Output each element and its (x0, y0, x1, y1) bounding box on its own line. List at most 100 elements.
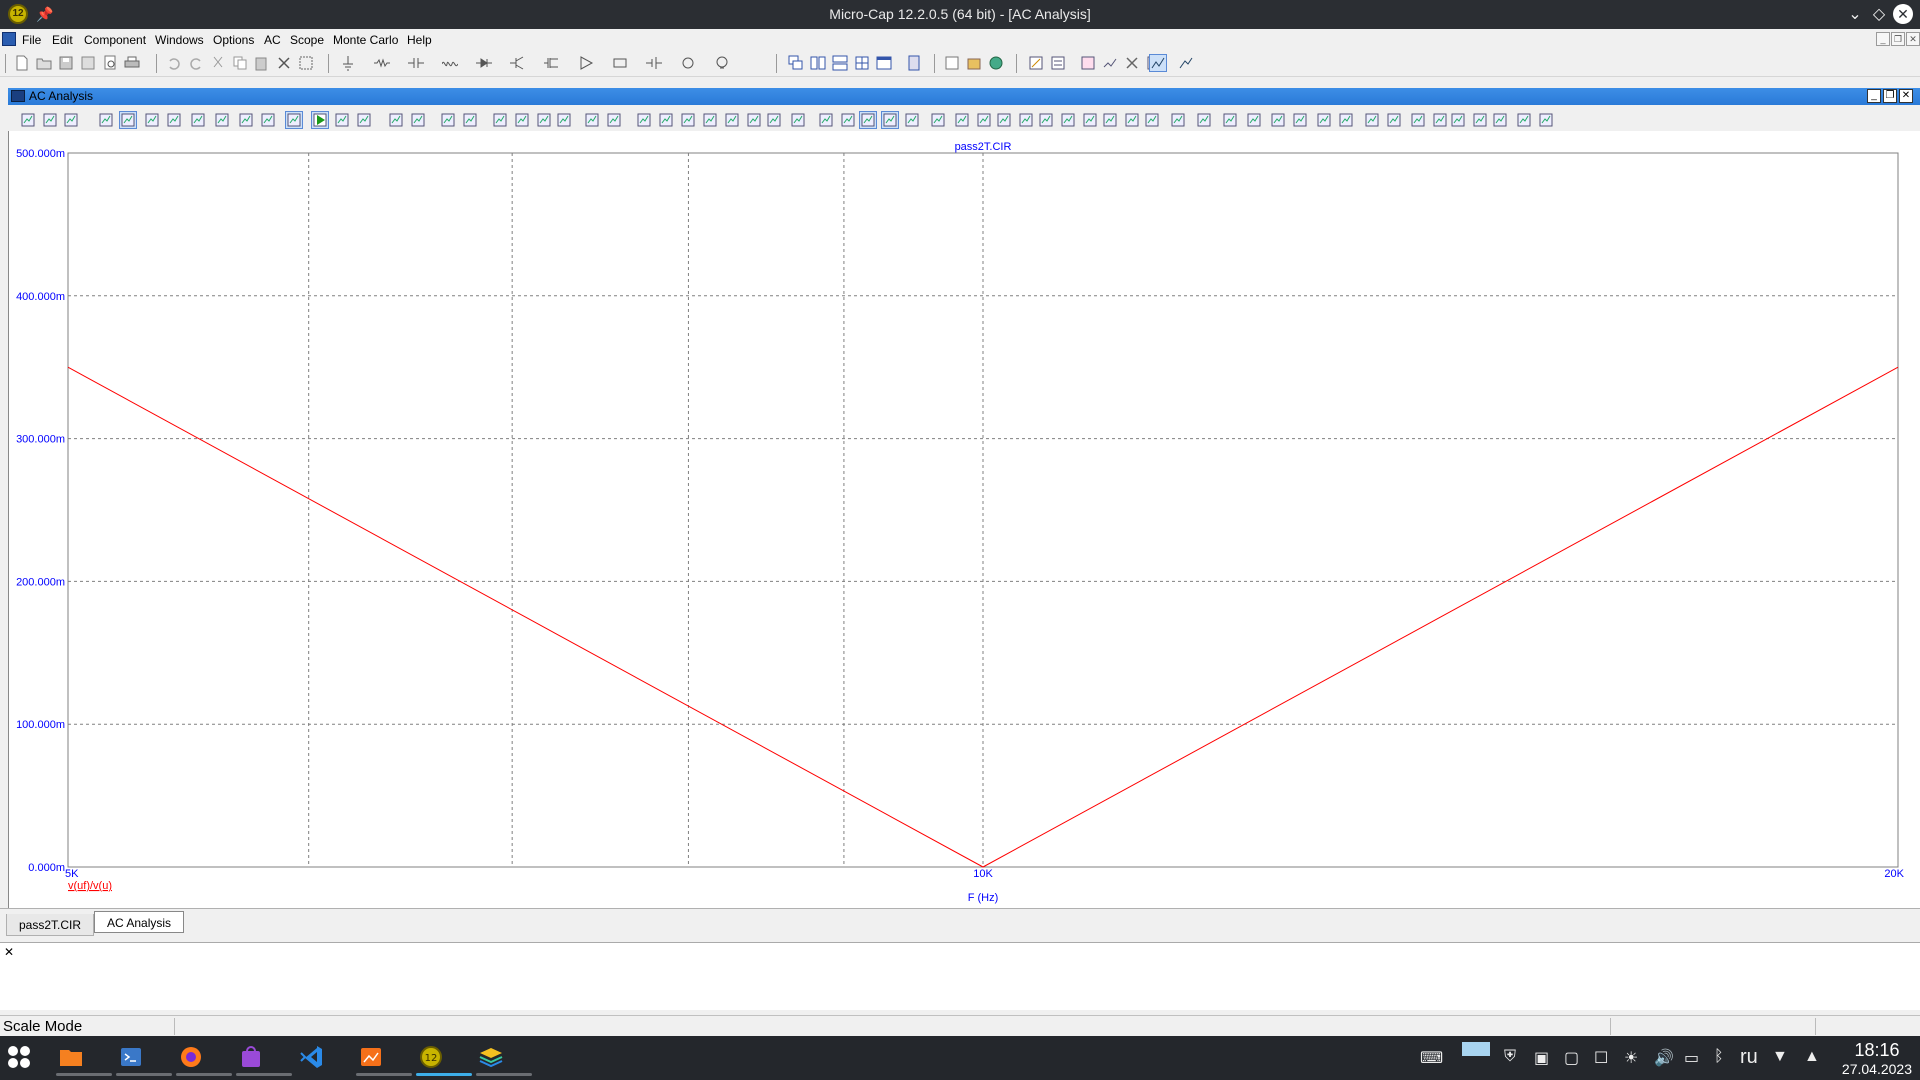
ground-component-icon[interactable] (340, 55, 356, 71)
cascade-windows-icon[interactable] (788, 55, 804, 71)
table-icon[interactable] (462, 112, 478, 128)
tangent-icon[interactable] (214, 112, 230, 128)
grid-icon[interactable] (1516, 112, 1532, 128)
minimize-button[interactable]: ⌄ (1845, 4, 1865, 24)
select-all-icon[interactable] (298, 55, 314, 71)
mdi-minimize-button[interactable]: _ (1876, 32, 1890, 46)
align-top-icon[interactable] (930, 112, 946, 128)
capacitor-component-icon[interactable] (408, 55, 424, 71)
vscode-icon[interactable] (296, 1042, 332, 1072)
child-window-title-bar[interactable]: AC Analysis _ ❐ ✕ (8, 88, 1920, 105)
remove-curve-icon[interactable] (410, 112, 426, 128)
clipboard-icon[interactable]: ☐ (1594, 1048, 1608, 1068)
low-icon[interactable] (702, 112, 718, 128)
menu-file[interactable]: File (22, 33, 41, 47)
output-pane[interactable]: ✕ (0, 942, 1920, 1010)
format-icon[interactable] (492, 112, 508, 128)
zoom-fit-icon[interactable] (1492, 112, 1508, 128)
align-right-icon[interactable] (904, 112, 920, 128)
mdi-system-icon[interactable] (2, 32, 16, 46)
text-mode-icon[interactable] (1102, 112, 1118, 128)
keyboard-icon[interactable]: ⌨ (1420, 1048, 1443, 1068)
tray-expand-icon[interactable]: ▲ (1804, 1048, 1820, 1066)
align-middle-icon[interactable] (954, 112, 970, 128)
tool-icon[interactable] (166, 112, 182, 128)
font-icon[interactable] (840, 112, 856, 128)
slope-icon[interactable] (1196, 112, 1212, 128)
select-mode-icon[interactable] (20, 112, 36, 128)
probe-icon[interactable] (1028, 55, 1044, 71)
minor-grid-icon[interactable] (606, 112, 622, 128)
tools-icon[interactable] (1124, 55, 1140, 71)
analysis-limits-icon[interactable] (1050, 55, 1066, 71)
line-icon[interactable] (260, 112, 276, 128)
menu-windows[interactable]: Windows (155, 33, 204, 47)
copy-icon[interactable] (232, 55, 248, 71)
keyboard-layout-indicator[interactable]: ru (1740, 1046, 1758, 1069)
color-icon[interactable] (818, 112, 834, 128)
optimize-icon[interactable] (1102, 55, 1118, 71)
volume-icon[interactable]: 🔊 (1654, 1048, 1674, 1068)
inflection-icon[interactable] (724, 112, 740, 128)
close-window-button[interactable]: ✕ (1893, 4, 1913, 24)
pan-icon[interactable] (1018, 112, 1034, 128)
save-all-icon[interactable] (80, 55, 96, 71)
pause-icon[interactable] (356, 112, 372, 128)
menu-options[interactable]: Options (213, 33, 254, 47)
menu-component[interactable]: Component (84, 33, 146, 47)
paste-icon[interactable] (254, 55, 270, 71)
screen-share-icon[interactable]: ▣ (1534, 1048, 1549, 1068)
plot-mode-icon[interactable] (1149, 54, 1167, 72)
add-curve-icon[interactable] (388, 112, 404, 128)
next-point-icon[interactable] (790, 112, 806, 128)
ac-analysis-window-icon[interactable] (11, 90, 25, 102)
calculator-icon[interactable] (906, 55, 922, 71)
print-icon[interactable] (124, 55, 140, 71)
scale-mode-icon[interactable] (98, 112, 114, 128)
maximize-button[interactable]: ◇ (1869, 4, 1889, 24)
new-file-icon[interactable] (14, 55, 30, 71)
minor-grid-icon[interactable] (1538, 112, 1554, 128)
go-to-x-icon[interactable] (746, 112, 762, 128)
select-mode-icon[interactable] (996, 112, 1012, 128)
app-launcher-icon[interactable] (4, 1042, 40, 1072)
zoom-mode-icon[interactable] (63, 112, 79, 128)
save-icon[interactable] (58, 55, 74, 71)
menu-scope[interactable]: Scope (290, 33, 324, 47)
run-icon[interactable] (311, 111, 329, 129)
firefox-icon[interactable] (176, 1042, 232, 1076)
format-icon[interactable] (1432, 112, 1448, 128)
cursor-mode-icon[interactable] (1082, 112, 1098, 128)
zoom-in-icon[interactable] (1450, 112, 1466, 128)
chart-icon[interactable] (285, 111, 303, 129)
go-to-y-icon[interactable] (766, 112, 782, 128)
ac-analysis-plot[interactable]: 500.000m 400.000m 300.000m 200.000m 100.000m… (9, 131, 1920, 908)
chart-icon[interactable] (1246, 112, 1262, 128)
pan-icon[interactable] (42, 112, 58, 128)
peak-icon[interactable] (636, 112, 652, 128)
maximize-child-icon[interactable] (876, 55, 892, 71)
current-source-icon[interactable] (680, 55, 696, 71)
layers-icon[interactable] (476, 1042, 532, 1076)
mdi-close-button[interactable]: ✕ (1906, 32, 1920, 46)
battery-icon[interactable]: ▭ (1684, 1048, 1699, 1068)
tab-ac-analysis[interactable]: AC Analysis (94, 911, 185, 933)
tangent-icon[interactable] (1170, 112, 1186, 128)
valley-icon[interactable] (658, 112, 674, 128)
mosfet-component-icon[interactable] (544, 55, 560, 71)
zoom-out-icon[interactable] (536, 112, 552, 128)
night-light-icon[interactable]: ☀ (1624, 1048, 1638, 1068)
transistor-component-icon[interactable] (510, 55, 526, 71)
analysis-plot-icon[interactable] (1178, 55, 1194, 71)
graph-icon[interactable] (190, 112, 206, 128)
bulb-component-icon[interactable] (714, 55, 730, 71)
child-minimize-button[interactable]: _ (1867, 89, 1881, 103)
tile-horizontal-icon[interactable] (832, 55, 848, 71)
voltage-source-icon[interactable] (646, 55, 662, 71)
menu-help[interactable]: Help (407, 33, 432, 47)
graph-icon[interactable] (1144, 112, 1160, 128)
run-icon[interactable] (1270, 112, 1286, 128)
high-icon[interactable] (680, 112, 696, 128)
child-close-button[interactable]: ✕ (1899, 89, 1913, 103)
bluetooth-icon[interactable]: ᛒ (1714, 1048, 1724, 1066)
